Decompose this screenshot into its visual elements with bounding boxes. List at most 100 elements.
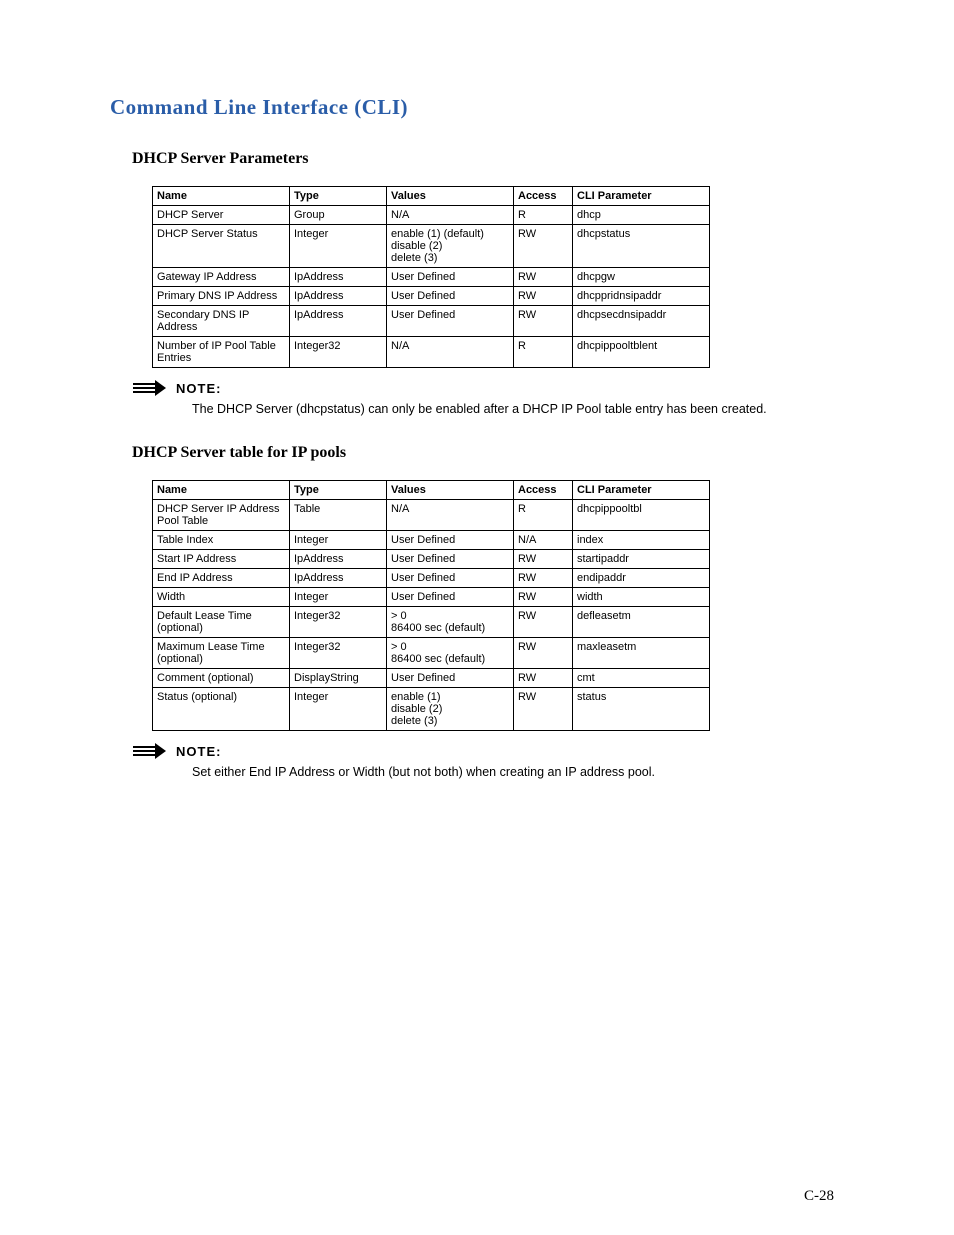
- note-text: Set either End IP Address or Width (but …: [192, 765, 834, 779]
- cell-access: RW: [514, 588, 573, 607]
- table-row: Start IP AddressIpAddressUser DefinedRWs…: [153, 550, 710, 569]
- cell-values: User Defined: [387, 569, 514, 588]
- cell-name: Gateway IP Address: [153, 268, 290, 287]
- page: Command Line Interface (CLI) DHCP Server…: [0, 0, 954, 1235]
- cell-access: R: [514, 500, 573, 531]
- table-row: Gateway IP AddressIpAddressUser DefinedR…: [153, 268, 710, 287]
- cell-name: Comment (optional): [153, 669, 290, 688]
- note-label: NOTE:: [176, 744, 221, 759]
- cell-values: > 086400 sec (default): [387, 638, 514, 669]
- dhcp-params-table: Name Type Values Access CLI Parameter DH…: [152, 186, 710, 368]
- th-name: Name: [153, 187, 290, 206]
- table-header-row: Name Type Values Access CLI Parameter: [153, 481, 710, 500]
- cell-cli: defleasetm: [573, 607, 710, 638]
- th-values: Values: [387, 481, 514, 500]
- cell-cli: dhcp: [573, 206, 710, 225]
- cell-values: User Defined: [387, 588, 514, 607]
- cell-type: Integer: [290, 688, 387, 731]
- th-access: Access: [514, 481, 573, 500]
- dhcp-params-title: DHCP Server Parameters: [132, 150, 834, 168]
- note-block: NOTE: Set either End IP Address or Width…: [132, 743, 834, 779]
- cell-values: User Defined: [387, 268, 514, 287]
- cell-type: Integer32: [290, 638, 387, 669]
- th-values: Values: [387, 187, 514, 206]
- th-name: Name: [153, 481, 290, 500]
- cell-values: N/A: [387, 206, 514, 225]
- dhcp-params-body: DHCP ServerGroupN/ARdhcpDHCP Server Stat…: [153, 206, 710, 368]
- cell-values: User Defined: [387, 306, 514, 337]
- cell-values: User Defined: [387, 669, 514, 688]
- ip-pools-body: DHCP Server IP Address Pool TableTableN/…: [153, 500, 710, 731]
- cell-access: R: [514, 337, 573, 368]
- th-type: Type: [290, 187, 387, 206]
- cell-access: RW: [514, 287, 573, 306]
- cell-name: Width: [153, 588, 290, 607]
- cell-values: > 086400 sec (default): [387, 607, 514, 638]
- cell-cli: width: [573, 588, 710, 607]
- cell-cli: dhcpstatus: [573, 225, 710, 268]
- table-row: Comment (optional)DisplayStringUser Defi…: [153, 669, 710, 688]
- cell-name: Number of IP Pool Table Entries: [153, 337, 290, 368]
- page-number: C-28: [804, 1188, 834, 1205]
- th-cli: CLI Parameter: [573, 481, 710, 500]
- cell-cli: dhcpippooltbl: [573, 500, 710, 531]
- cell-values: User Defined: [387, 531, 514, 550]
- cell-type: Integer32: [290, 337, 387, 368]
- cell-values: N/A: [387, 500, 514, 531]
- cell-cli: endipaddr: [573, 569, 710, 588]
- cell-values: User Defined: [387, 287, 514, 306]
- table-row: Status (optional)Integerenable (1)disabl…: [153, 688, 710, 731]
- table-row: Default Lease Time (optional)Integer32> …: [153, 607, 710, 638]
- cell-type: Group: [290, 206, 387, 225]
- cell-type: Integer32: [290, 607, 387, 638]
- cell-type: Table: [290, 500, 387, 531]
- cell-type: Integer: [290, 588, 387, 607]
- cell-name: End IP Address: [153, 569, 290, 588]
- note-block: NOTE: The DHCP Server (dhcpstatus) can o…: [132, 380, 834, 416]
- arrow-icon: [132, 380, 166, 396]
- cell-values: enable (1)disable (2)delete (3): [387, 688, 514, 731]
- ip-pools-table: Name Type Values Access CLI Parameter DH…: [152, 480, 710, 731]
- cell-access: RW: [514, 268, 573, 287]
- cell-access: N/A: [514, 531, 573, 550]
- cell-type: Integer: [290, 531, 387, 550]
- cell-type: IpAddress: [290, 287, 387, 306]
- cell-name: DHCP Server IP Address Pool Table: [153, 500, 290, 531]
- cell-type: Integer: [290, 225, 387, 268]
- th-type: Type: [290, 481, 387, 500]
- cell-type: DisplayString: [290, 669, 387, 688]
- cell-access: RW: [514, 550, 573, 569]
- th-cli: CLI Parameter: [573, 187, 710, 206]
- cell-cli: dhcpsecdnsipaddr: [573, 306, 710, 337]
- table-row: DHCP Server StatusIntegerenable (1) (def…: [153, 225, 710, 268]
- ip-pools-title: DHCP Server table for IP pools: [132, 444, 834, 462]
- note-label: NOTE:: [176, 381, 221, 396]
- table-row: Table IndexIntegerUser DefinedN/Aindex: [153, 531, 710, 550]
- cell-access: RW: [514, 569, 573, 588]
- table-row: End IP AddressIpAddressUser DefinedRWend…: [153, 569, 710, 588]
- cell-cli: startipaddr: [573, 550, 710, 569]
- table-row: DHCP ServerGroupN/ARdhcp: [153, 206, 710, 225]
- table-row: Secondary DNS IP AddressIpAddressUser De…: [153, 306, 710, 337]
- th-access: Access: [514, 187, 573, 206]
- cell-access: RW: [514, 607, 573, 638]
- cell-name: Default Lease Time (optional): [153, 607, 290, 638]
- table-row: Maximum Lease Time (optional)Integer32> …: [153, 638, 710, 669]
- cell-access: RW: [514, 638, 573, 669]
- cell-access: RW: [514, 669, 573, 688]
- cell-cli: index: [573, 531, 710, 550]
- cell-name: DHCP Server: [153, 206, 290, 225]
- cell-cli: status: [573, 688, 710, 731]
- cell-type: IpAddress: [290, 306, 387, 337]
- cell-name: Status (optional): [153, 688, 290, 731]
- arrow-icon: [132, 743, 166, 759]
- table-row: Number of IP Pool Table EntriesInteger32…: [153, 337, 710, 368]
- cell-cli: cmt: [573, 669, 710, 688]
- table-header-row: Name Type Values Access CLI Parameter: [153, 187, 710, 206]
- cell-name: Start IP Address: [153, 550, 290, 569]
- section-title: Command Line Interface (CLI): [110, 95, 834, 120]
- cell-access: R: [514, 206, 573, 225]
- cell-type: IpAddress: [290, 569, 387, 588]
- cell-values: User Defined: [387, 550, 514, 569]
- cell-name: Secondary DNS IP Address: [153, 306, 290, 337]
